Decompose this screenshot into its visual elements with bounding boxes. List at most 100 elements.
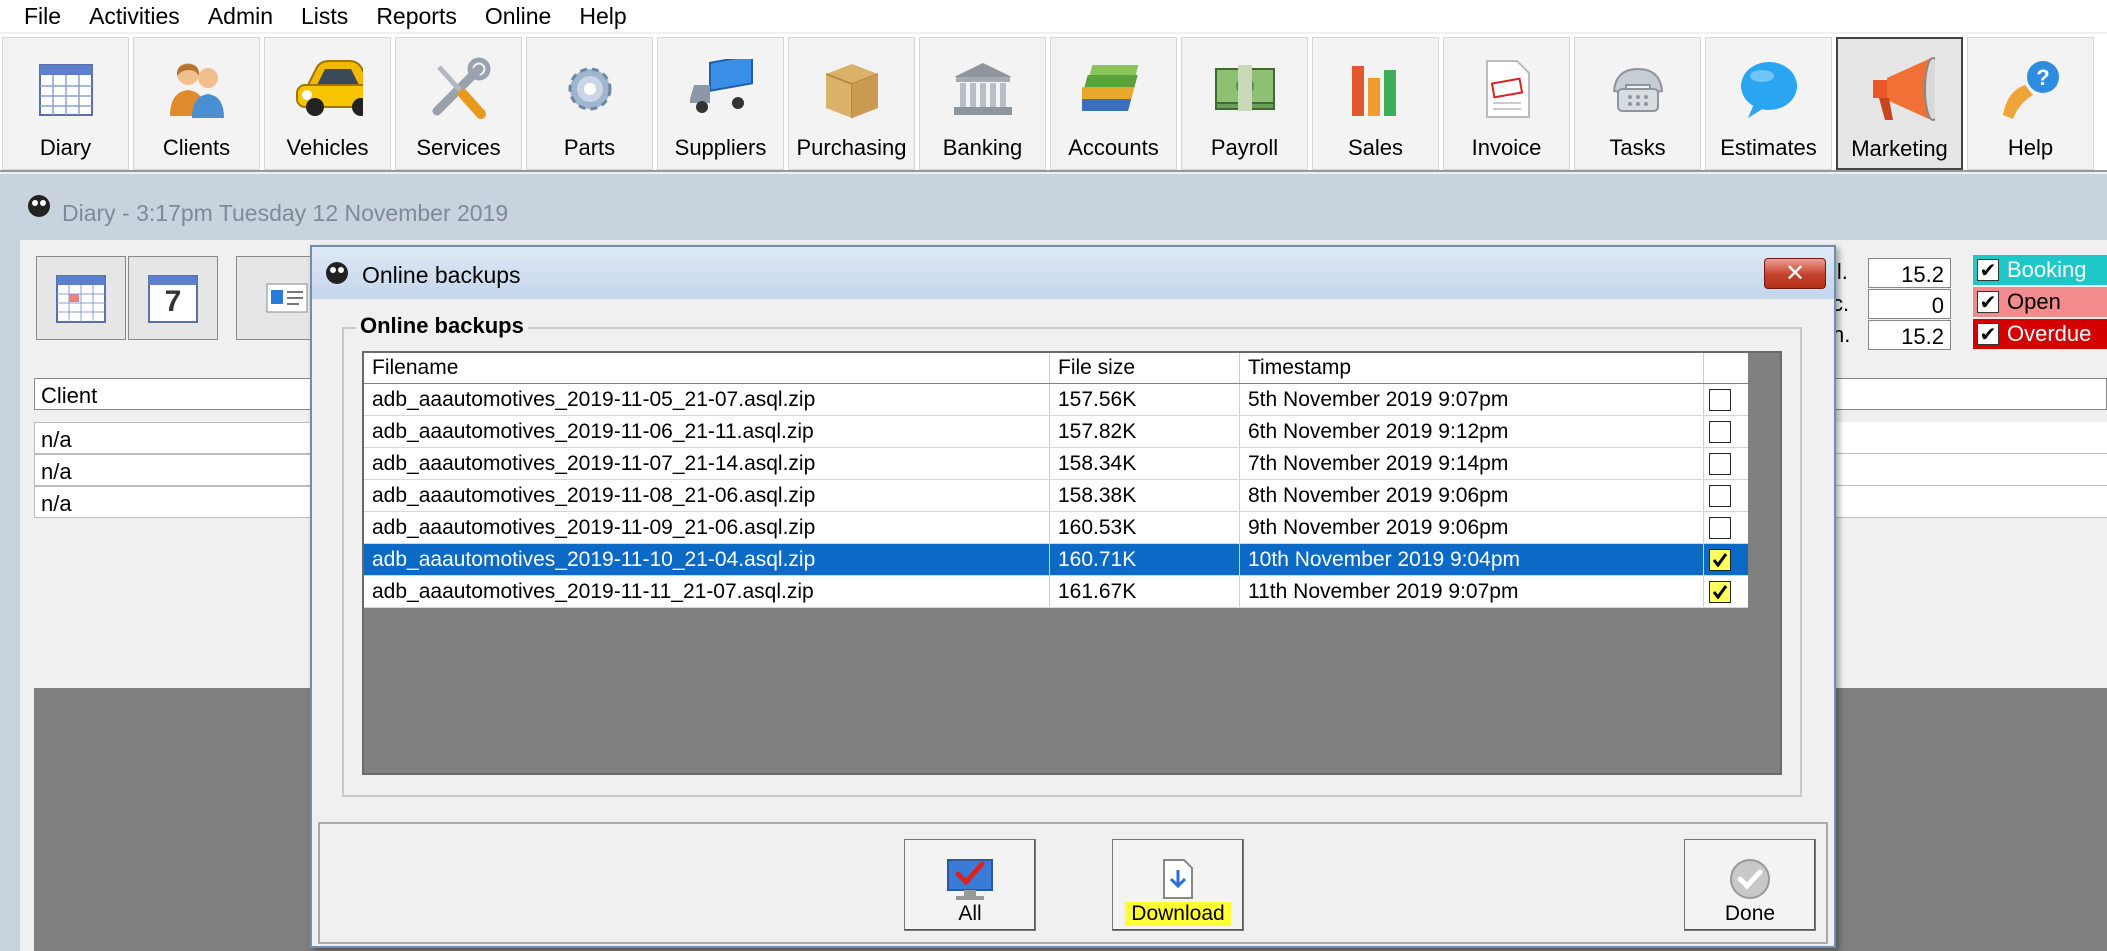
column-header-file-size[interactable]: File size [1050, 353, 1240, 383]
toolbar-label: Diary [39, 135, 92, 160]
bar-chart-icon [1341, 54, 1411, 124]
backup-row[interactable]: adb_aaautomotives_2019-11-05_21-07.asql.… [364, 384, 1748, 416]
backup-select-checkbox[interactable] [1709, 517, 1731, 539]
toolbar-label: Sales [1347, 135, 1404, 160]
menu-activities[interactable]: Activities [75, 0, 194, 32]
backup-select-checkbox[interactable] [1709, 421, 1731, 443]
bank-icon [948, 54, 1018, 124]
download-icon [1163, 859, 1193, 899]
backup-select-checkbox[interactable] [1709, 453, 1731, 475]
backup-filename: adb_aaautomotives_2019-11-09_21-06.asql.… [364, 512, 1050, 543]
card-icon [266, 283, 308, 313]
backup-timestamp: 10th November 2019 9:04pm [1240, 544, 1704, 575]
menu-file[interactable]: File [10, 0, 75, 32]
toolbar-accounts-button[interactable]: Accounts [1050, 37, 1177, 170]
toolbar-banking-button[interactable]: Banking [919, 37, 1046, 170]
toolbar-diary-button[interactable]: Diary [2, 37, 129, 170]
phone-icon [1603, 54, 1673, 124]
toolbar-sales-button[interactable]: Sales [1312, 37, 1439, 170]
download-button[interactable]: Download [1112, 839, 1244, 931]
diary-title: Diary - 3:17pm Tuesday 12 November 2019 [62, 200, 509, 226]
diary-grid-row[interactable] [1830, 422, 2107, 454]
speech-bubble-icon [1734, 54, 1804, 124]
week-view-button[interactable]: 7 [128, 256, 218, 340]
backup-row[interactable]: adb_aaautomotives_2019-11-11_21-07.asql.… [364, 576, 1748, 608]
client-row[interactable]: n/a [34, 454, 334, 486]
toolbar-label: Invoice [1471, 135, 1542, 160]
toolbar-label: Services [416, 135, 501, 160]
client-column-header[interactable]: Client [34, 378, 334, 410]
backup-row[interactable]: adb_aaautomotives_2019-11-10_21-04.asql.… [364, 544, 1748, 576]
menu-online[interactable]: Online [471, 0, 565, 32]
toolbar-estimates-button[interactable]: Estimates [1705, 37, 1832, 170]
toolbar-clients-button[interactable]: Clients [133, 37, 260, 170]
dialog-titlebar[interactable]: Online backups ✕ [312, 247, 1834, 299]
check-circle-icon [1730, 859, 1770, 899]
diary-grid-row[interactable] [1830, 486, 2107, 518]
checkbox-icon[interactable]: ✔ [1977, 323, 1999, 346]
toolbar-help-button[interactable]: ? Help [1967, 37, 2094, 170]
menu-lists[interactable]: Lists [287, 0, 362, 32]
toolbar-services-button[interactable]: Services [395, 37, 522, 170]
backup-select-checkbox[interactable] [1709, 549, 1731, 571]
toolbar-vehicles-button[interactable]: Vehicles [264, 37, 391, 170]
backup-file-size: 161.67K [1050, 576, 1240, 607]
close-button[interactable]: ✕ [1764, 258, 1826, 289]
backup-timestamp: 6th November 2019 9:12pm [1240, 416, 1704, 447]
backup-timestamp: 7th November 2019 9:14pm [1240, 448, 1704, 479]
backup-timestamp: 5th November 2019 9:07pm [1240, 384, 1704, 415]
toolbar-suppliers-button[interactable]: Suppliers [657, 37, 784, 170]
card-view-button[interactable] [236, 256, 316, 340]
client-row[interactable]: n/a [34, 422, 334, 454]
legend-open[interactable]: ✔ Open [1973, 287, 2107, 317]
toolbar-payroll-button[interactable]: Payroll [1181, 37, 1308, 170]
toolbar-label: Clients [162, 135, 231, 160]
backups-list[interactable]: Filename File size Timestamp adb_aaautom… [362, 351, 1782, 775]
column-header-filename[interactable]: Filename [364, 353, 1050, 383]
box-icon [817, 54, 887, 124]
toolbar-purchasing-button[interactable]: Purchasing [788, 37, 915, 170]
checkmark-icon [1712, 585, 1728, 600]
backup-row[interactable]: adb_aaautomotives_2019-11-06_21-11.asql.… [364, 416, 1748, 448]
select-all-button[interactable]: All [904, 839, 1036, 931]
backup-timestamp: 9th November 2019 9:06pm [1240, 512, 1704, 543]
legend-overdue[interactable]: ✔ Overdue [1973, 319, 2107, 349]
toolbar-invoice-button[interactable]: Invoice [1443, 37, 1570, 170]
column-header-timestamp[interactable]: Timestamp [1240, 353, 1704, 383]
backup-file-size: 160.53K [1050, 512, 1240, 543]
diary-grid-row[interactable] [1830, 454, 2107, 486]
done-button[interactable]: Done [1684, 839, 1816, 931]
toolbar-tasks-button[interactable]: Tasks [1574, 37, 1701, 170]
column-header-select[interactable] [1704, 353, 1748, 383]
backup-row[interactable]: adb_aaautomotives_2019-11-08_21-06.asql.… [364, 480, 1748, 512]
backup-row[interactable]: adb_aaautomotives_2019-11-09_21-06.asql.… [364, 512, 1748, 544]
toolbar-parts-button[interactable]: Parts [526, 37, 653, 170]
client-row[interactable]: n/a [34, 486, 334, 518]
checkbox-icon[interactable]: ✔ [1977, 291, 1999, 314]
app-logo-icon [26, 192, 52, 225]
svg-text:?: ? [2036, 65, 2049, 90]
menu-reports[interactable]: Reports [362, 0, 471, 32]
group-title: Online backups [356, 313, 528, 339]
backup-row[interactable]: adb_aaautomotives_2019-11-07_21-14.asql.… [364, 448, 1748, 480]
backup-file-size: 158.34K [1050, 448, 1240, 479]
toolbar-label: Vehicles [286, 135, 369, 160]
main-toolbar: Diary Clients Vehicles Services Parts Su… [0, 34, 2107, 172]
menubar: File Activities Admin Lists Reports Onli… [0, 0, 2107, 32]
month-view-button[interactable] [36, 256, 126, 340]
backup-select-checkbox[interactable] [1709, 485, 1731, 507]
toolbar-label: Estimates [1720, 135, 1817, 160]
backup-select-checkbox[interactable] [1709, 581, 1731, 603]
close-icon: ✕ [1784, 260, 1806, 287]
menu-help[interactable]: Help [565, 0, 640, 32]
toolbar-marketing-button[interactable]: Marketing [1836, 37, 1963, 170]
backup-select-checkbox[interactable] [1709, 389, 1731, 411]
people-icon [162, 54, 232, 124]
legend-booking[interactable]: ✔ Booking [1973, 255, 2107, 285]
calendar-icon [56, 275, 106, 323]
megaphone-icon [1865, 55, 1935, 125]
menu-admin[interactable]: Admin [194, 0, 287, 32]
online-backups-dialog: Online backups ✕ Online backups Filename… [310, 245, 1836, 948]
help-icon: ? [1996, 54, 2066, 124]
checkbox-icon[interactable]: ✔ [1977, 259, 1999, 282]
